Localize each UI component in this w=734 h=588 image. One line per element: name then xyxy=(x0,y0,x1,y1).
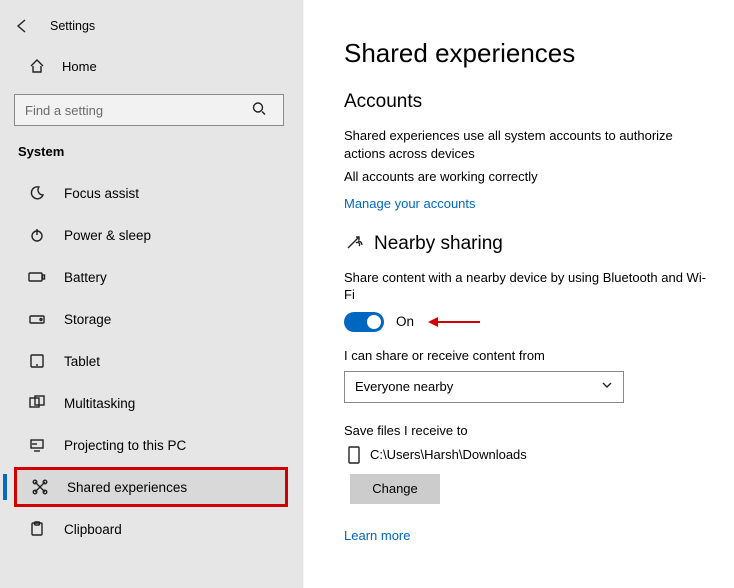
moon-icon xyxy=(26,185,48,201)
sidebar-item-storage[interactable]: Storage xyxy=(14,299,288,339)
sidebar: Settings Home System Focus assist xyxy=(0,0,302,588)
sidebar-item-label: Multitasking xyxy=(64,396,135,411)
manage-accounts-link[interactable]: Manage your accounts xyxy=(344,196,476,211)
arrow-left-icon xyxy=(14,18,30,34)
tablet-icon xyxy=(26,353,48,369)
accounts-status: All accounts are working correctly xyxy=(344,168,710,186)
save-to-label: Save files I receive to xyxy=(344,423,710,438)
clipboard-icon xyxy=(26,521,48,537)
search-icon xyxy=(252,102,266,119)
sidebar-item-focus-assist[interactable]: Focus assist xyxy=(14,173,288,213)
home-nav[interactable]: Home xyxy=(14,48,288,84)
nearby-sharing-toggle[interactable] xyxy=(344,312,384,332)
shared-experiences-icon xyxy=(29,479,51,495)
annotation-arrow xyxy=(426,315,482,329)
scope-label: I can share or receive content from xyxy=(344,348,710,363)
back-button[interactable] xyxy=(8,12,36,40)
sidebar-item-power-sleep[interactable]: Power & sleep xyxy=(14,215,288,255)
home-icon xyxy=(26,58,48,74)
sidebar-section-header: System xyxy=(14,140,288,163)
sidebar-item-label: Focus assist xyxy=(64,186,139,201)
sidebar-item-label: Clipboard xyxy=(64,522,122,537)
sidebar-item-clipboard[interactable]: Clipboard xyxy=(14,509,288,549)
sidebar-item-label: Tablet xyxy=(64,354,100,369)
battery-icon xyxy=(26,270,48,284)
device-icon xyxy=(344,446,364,464)
sidebar-item-label: Storage xyxy=(64,312,111,327)
multitasking-icon xyxy=(26,395,48,411)
content-pane: Shared experiences Accounts Shared exper… xyxy=(304,0,734,588)
projecting-icon xyxy=(26,437,48,453)
nearby-description: Share content with a nearby device by us… xyxy=(344,269,710,304)
sidebar-item-multitasking[interactable]: Multitasking xyxy=(14,383,288,423)
sidebar-item-label: Power & sleep xyxy=(64,228,151,243)
accounts-description: Shared experiences use all system accoun… xyxy=(344,127,710,162)
home-label: Home xyxy=(62,59,97,74)
sidebar-item-label: Projecting to this PC xyxy=(64,438,186,453)
sidebar-item-label: Shared experiences xyxy=(67,480,187,495)
sidebar-item-shared-experiences[interactable]: Shared experiences xyxy=(14,467,288,507)
learn-more-link[interactable]: Learn more xyxy=(344,528,410,543)
toggle-state-label: On xyxy=(396,314,414,329)
nearby-heading-text: Nearby sharing xyxy=(374,233,503,255)
save-path: C:\Users\Harsh\Downloads xyxy=(370,447,527,462)
change-button[interactable]: Change xyxy=(350,474,440,504)
search-input[interactable] xyxy=(14,94,284,126)
scope-value: Everyone nearby xyxy=(355,379,453,394)
sidebar-item-battery[interactable]: Battery xyxy=(14,257,288,297)
nearby-sharing-icon xyxy=(344,234,364,254)
sidebar-item-projecting[interactable]: Projecting to this PC xyxy=(14,425,288,465)
chevron-down-icon xyxy=(601,379,613,394)
sidebar-item-tablet[interactable]: Tablet xyxy=(14,341,288,381)
section-nearby-heading: Nearby sharing xyxy=(344,233,710,255)
section-accounts-heading: Accounts xyxy=(344,91,710,113)
window-title: Settings xyxy=(50,19,95,33)
sidebar-item-label: Battery xyxy=(64,270,107,285)
power-icon xyxy=(26,227,48,243)
storage-icon xyxy=(26,312,48,326)
scope-dropdown[interactable]: Everyone nearby xyxy=(344,371,624,403)
page-title: Shared experiences xyxy=(344,38,710,69)
